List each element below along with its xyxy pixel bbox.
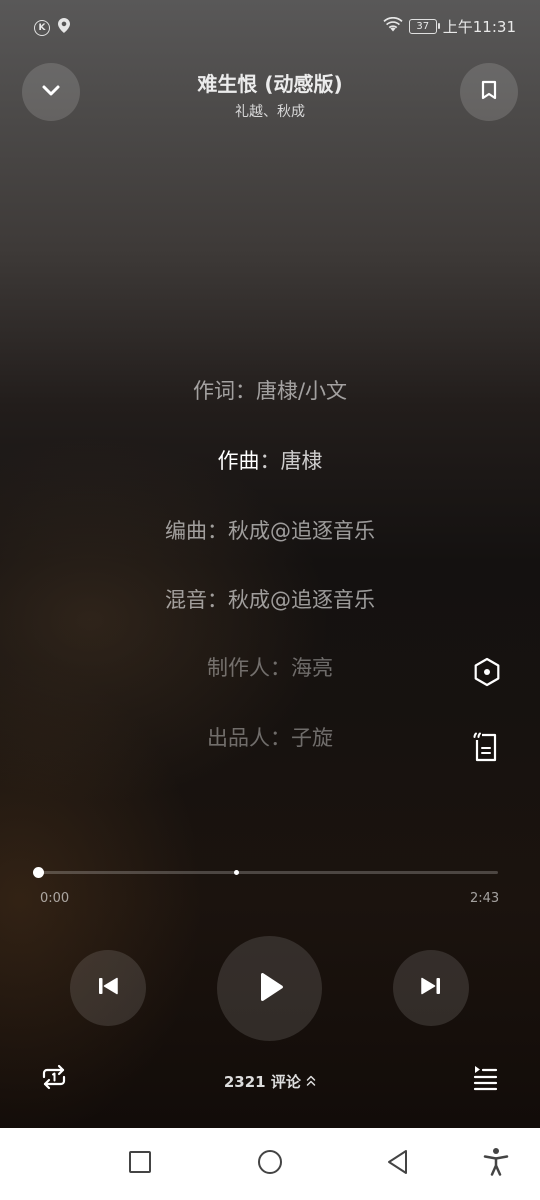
accessibility-icon [482,1147,510,1181]
home-icon [256,1148,284,1180]
chevron-up-icon [306,1073,316,1091]
song-title: 难生恨 (动感版) [197,72,343,96]
lyric-line[interactable]: 混音：秋成@追逐音乐 [0,584,540,614]
system-nav-bar [0,1128,540,1200]
collapse-button[interactable] [22,63,80,121]
previous-button[interactable] [70,950,146,1026]
bookmark-button[interactable] [460,63,518,121]
repeat-button[interactable] [38,1063,70,1095]
back-button[interactable] [368,1128,428,1200]
lyrics-translate-icon [472,731,502,767]
status-time: 上午11:31 [442,18,516,36]
lyric-line-current[interactable]: 作曲：唐棣 [0,445,540,475]
sound-effect-button[interactable] [471,657,503,691]
wifi-icon [383,17,403,36]
progress-marker [234,870,239,875]
recent-apps-button[interactable] [110,1128,170,1200]
progress-bar[interactable] [38,871,498,874]
lyric-line[interactable]: 出品人：子旋 [0,722,540,752]
comment-label: 评论 [270,1073,301,1091]
back-icon [385,1148,411,1180]
comment-count: 2321 [223,1073,266,1091]
home-button[interactable] [240,1128,300,1200]
previous-icon [97,975,119,1001]
playlist-icon [470,1062,500,1096]
lyric-rest: ：唐棣 [259,449,323,473]
progress-thumb[interactable] [33,867,44,878]
lyric-line[interactable]: 作词：唐棣/小文 [0,375,540,405]
total-time: 2:43 [470,891,500,906]
next-button[interactable] [393,950,469,1026]
location-icon [58,18,70,37]
chevron-down-icon [39,78,63,106]
hexagon-effect-icon [472,657,502,691]
lyric-highlight: 作曲 [217,449,260,473]
comment-button[interactable]: 2321 评论 [170,1071,370,1092]
bookmark-icon [478,79,500,105]
play-button[interactable] [217,936,322,1041]
status-bar: K 37 上午11:31 [0,0,540,56]
next-icon [420,975,442,1001]
song-artist[interactable]: 礼越、秋成 [120,101,420,121]
repeat-icon [39,1062,69,1096]
lyric-line[interactable]: 编曲：秋成@追逐音乐 [0,515,540,545]
k-badge-icon: K [34,19,50,36]
player-screen: K 37 上午11:31 难生恨 (动感版) 礼越、秋成 作词：唐棣/小文 作曲… [0,0,540,1128]
playlist-button[interactable] [469,1063,501,1095]
play-icon [255,971,285,1007]
battery-icon: 37 [408,19,440,34]
recent-apps-icon [127,1149,153,1179]
accessibility-button[interactable] [466,1128,526,1200]
current-time: 0:00 [40,891,70,906]
lyrics-translate-button[interactable] [471,731,503,767]
lyric-line[interactable]: 制作人：海亮 [0,652,540,682]
